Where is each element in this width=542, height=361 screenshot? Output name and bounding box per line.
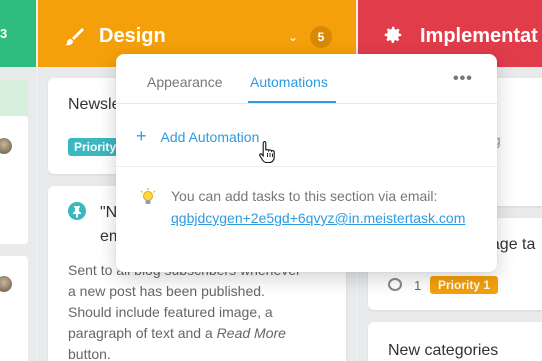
gear-icon xyxy=(384,26,402,43)
left-card[interactable] xyxy=(0,256,28,361)
avatar xyxy=(0,276,12,292)
section-settings-popup: Appearance Automations ••• + Add Automati… xyxy=(116,54,497,272)
avatar xyxy=(0,138,12,154)
chevron-down-icon[interactable]: ⌄ xyxy=(288,30,298,44)
tab-automations[interactable]: Automations xyxy=(250,74,328,90)
task-title: Newsle xyxy=(68,96,121,113)
add-automation-label: Add Automation xyxy=(160,129,260,145)
implementation-column-title: Implementat xyxy=(420,25,538,47)
tab-appearance[interactable]: Appearance xyxy=(147,74,223,90)
email-hint-text: You can add tasks to this section via em… xyxy=(171,188,438,204)
task-title-line1: "N xyxy=(100,204,118,221)
hand-cursor-icon xyxy=(259,140,275,164)
lightbulb-icon xyxy=(140,188,156,204)
divider xyxy=(116,103,497,104)
desc-line: paragraph of text and a xyxy=(68,325,217,341)
comment-icon xyxy=(388,278,402,291)
desc-line: a new post has been published. xyxy=(68,283,265,299)
pin-icon xyxy=(68,202,86,220)
design-column-title: Design xyxy=(99,25,166,47)
task-card[interactable]: New categories xyxy=(368,322,542,361)
add-automation-button[interactable]: + Add Automation xyxy=(136,126,259,147)
desc-line: button. xyxy=(68,346,111,361)
divider xyxy=(116,166,497,167)
design-column-count: 5 xyxy=(310,26,332,48)
left-column-count: 3 xyxy=(0,26,8,41)
task-title: New categories xyxy=(388,342,499,359)
desc-line: Should include featured image, a xyxy=(68,304,273,320)
plus-icon: + xyxy=(136,126,147,146)
section-email-link[interactable]: qgbjdcygen+2e5gd+6qvyz@in.meistertask.co… xyxy=(171,208,477,228)
left-column: 3 xyxy=(0,0,36,361)
desc-emphasis: Read More xyxy=(216,325,286,341)
left-column-highlight xyxy=(0,80,28,116)
task-description: Sent to all blog subscribers whenever a … xyxy=(68,260,338,361)
paintbrush-icon xyxy=(65,28,84,46)
left-column-header[interactable]: 3 xyxy=(0,0,36,67)
comment-count: 1 xyxy=(414,278,422,293)
priority-badge: Priority 1 xyxy=(430,276,499,294)
left-card[interactable] xyxy=(0,116,28,244)
more-options-icon[interactable]: ••• xyxy=(453,70,473,87)
priority-badge: Priority xyxy=(68,138,123,156)
